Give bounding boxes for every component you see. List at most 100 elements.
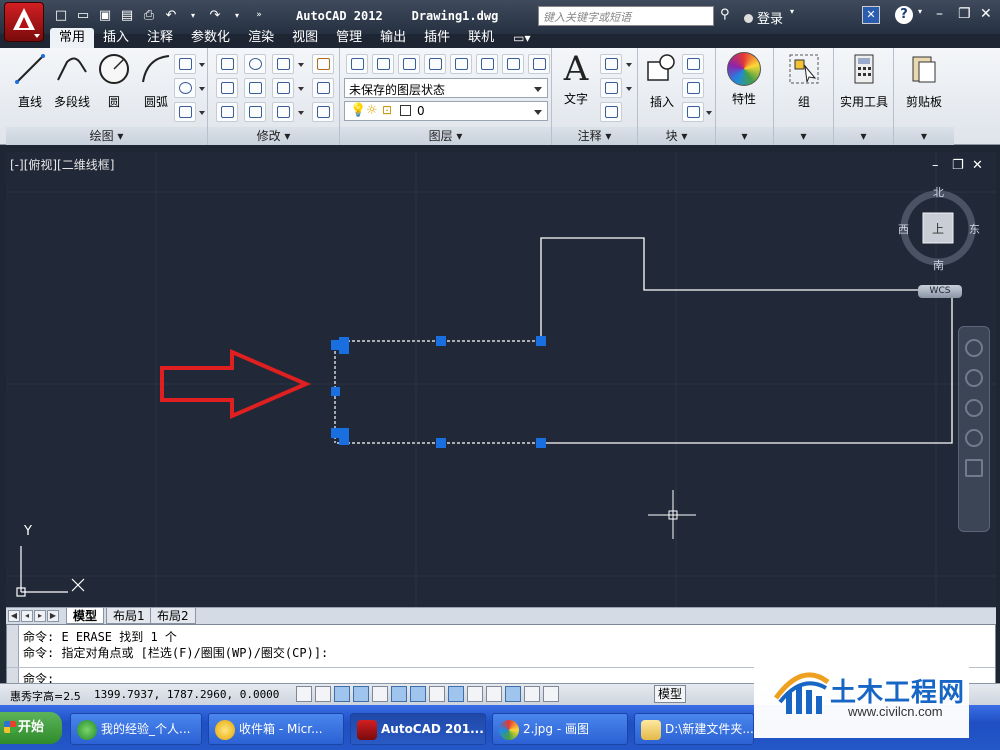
create-block-tool[interactable] xyxy=(682,54,704,74)
copy-tool[interactable] xyxy=(216,78,238,98)
binoculars-icon[interactable]: ⚲ xyxy=(720,7,730,22)
ribbon-minimize-icon[interactable]: ▭▾ xyxy=(513,28,530,48)
draw-panel-title[interactable]: 绘图 ▾ xyxy=(6,127,207,145)
task-explorer[interactable]: D:\新建文件夹... xyxy=(634,713,754,745)
redo-icon[interactable]: ↷ xyxy=(206,6,224,24)
customize-qat-icon[interactable]: » xyxy=(250,6,268,24)
prev-layout-icon[interactable]: ◂ xyxy=(21,610,33,622)
arc-tool[interactable]: 圆弧 xyxy=(134,52,178,110)
layer-state-select[interactable]: 未保存的图层状态 xyxy=(344,78,548,98)
drawing-viewport[interactable]: 上 [-][俯视][二维线框] – ❐ ✕ 北 南 东 西 WCS Y xyxy=(6,152,996,607)
table-tool[interactable] xyxy=(600,102,622,122)
fillet-dropdown[interactable] xyxy=(296,78,306,98)
layer-tool-7[interactable] xyxy=(502,54,524,74)
help-dropdown-icon[interactable]: ▾ xyxy=(918,7,922,16)
annotation-panel-title[interactable]: 注释 ▾ xyxy=(552,127,637,145)
grid-toggle[interactable] xyxy=(334,686,350,702)
application-menu-button[interactable] xyxy=(4,2,44,42)
rectangle-tool[interactable] xyxy=(174,54,196,74)
tab-1[interactable]: 插入 xyxy=(94,28,138,48)
viewport-close-icon[interactable]: ✕ xyxy=(972,158,983,173)
tab-9[interactable]: 联机 xyxy=(459,28,503,48)
polar-toggle[interactable] xyxy=(372,686,388,702)
open-folder-icon[interactable]: ▭ xyxy=(74,6,92,24)
utilities-tool[interactable]: 实用工具 xyxy=(836,52,892,110)
layer-tool-6[interactable] xyxy=(476,54,498,74)
zoom-icon[interactable] xyxy=(965,399,983,417)
help-icon[interactable]: ? xyxy=(895,6,913,24)
utilities-panel-title[interactable]: ▾ xyxy=(834,127,893,145)
last-layout-icon[interactable]: ▶ xyxy=(47,610,59,622)
search-input[interactable]: 键入关键字或短语 xyxy=(538,6,714,26)
compass-south[interactable]: 南 xyxy=(933,257,944,273)
array-tool[interactable] xyxy=(272,102,294,122)
circle-tool[interactable]: 圆 xyxy=(92,52,136,110)
print-icon[interactable]: ⎙ xyxy=(140,6,158,24)
new-file-icon[interactable]: □ xyxy=(52,6,70,24)
tab-8[interactable]: 插件 xyxy=(415,28,459,48)
group-tool[interactable]: 组 xyxy=(782,52,826,110)
infer-constraints-toggle[interactable] xyxy=(296,686,312,702)
leader-dropdown[interactable] xyxy=(624,78,634,98)
dyn-toggle[interactable] xyxy=(467,686,483,702)
login-link[interactable]: 登录 xyxy=(744,8,783,27)
attribute-dropdown[interactable] xyxy=(704,102,714,122)
insert-block-tool[interactable]: 插入 xyxy=(640,52,684,110)
compass-north[interactable]: 北 xyxy=(933,184,944,200)
lineweight-toggle[interactable] xyxy=(486,686,502,702)
undo-dropdown-icon[interactable]: ▾ xyxy=(184,6,202,24)
tab-2[interactable]: 注释 xyxy=(138,28,182,48)
task-ie[interactable]: 我的经验_个人... xyxy=(70,713,202,745)
trim-tool[interactable] xyxy=(272,54,294,74)
ortho-toggle[interactable] xyxy=(353,686,369,702)
start-button[interactable]: 开始 xyxy=(0,712,62,744)
explode-tool[interactable] xyxy=(312,78,334,98)
sun-icon[interactable]: ☼ xyxy=(366,103,378,118)
coordinate-readout[interactable]: 1399.7937, 1787.2960, 0.0000 xyxy=(94,688,279,701)
exchange-icon[interactable]: ✕ xyxy=(862,6,880,24)
tab-layout1[interactable]: 布局1 xyxy=(106,608,152,624)
clipboard-panel-title[interactable]: ▾ xyxy=(894,127,954,145)
drawing-canvas[interactable]: 上 xyxy=(6,152,996,607)
ellipse-tool[interactable] xyxy=(174,78,196,98)
offset-tool[interactable] xyxy=(312,102,334,122)
redo-dropdown-icon[interactable]: ▾ xyxy=(228,6,246,24)
layer-properties-tool[interactable] xyxy=(346,54,368,74)
array-dropdown[interactable] xyxy=(296,102,306,122)
clipboard-tool[interactable]: 剪贴板 xyxy=(896,52,952,110)
drawn-polyline[interactable] xyxy=(540,237,953,444)
tab-6[interactable]: 管理 xyxy=(327,28,371,48)
pan-hand-icon[interactable] xyxy=(965,369,983,387)
compass-west[interactable]: 西 xyxy=(898,221,909,237)
wcs-menu[interactable]: WCS xyxy=(918,285,962,298)
fillet-tool[interactable] xyxy=(272,78,294,98)
viewport-minimize-icon[interactable]: – xyxy=(932,158,939,173)
selection-cycling-toggle[interactable] xyxy=(543,686,559,702)
task-outlook[interactable]: 收件箱 - Micr... xyxy=(208,713,344,745)
selected-object[interactable] xyxy=(334,340,541,444)
first-layout-icon[interactable]: ◀ xyxy=(8,610,20,622)
layer-tool-3[interactable] xyxy=(398,54,420,74)
tab-layout2[interactable]: 布局2 xyxy=(150,608,196,624)
layer-color-swatch[interactable] xyxy=(400,105,411,116)
dimension-dropdown[interactable] xyxy=(624,54,634,74)
minimize-icon[interactable]: – xyxy=(936,6,943,22)
model-space-button[interactable]: 模型 xyxy=(654,685,686,703)
save-as-icon[interactable]: ▤ xyxy=(118,6,136,24)
tab-0[interactable]: 常用 xyxy=(50,28,95,48)
save-icon[interactable]: ▣ xyxy=(96,6,114,24)
ducs-toggle[interactable] xyxy=(448,686,464,702)
snap-toggle[interactable] xyxy=(315,686,331,702)
restore-icon[interactable]: ❐ xyxy=(958,6,971,22)
layer-tool-2[interactable] xyxy=(372,54,394,74)
command-window-grip[interactable] xyxy=(7,625,19,686)
block-panel-title[interactable]: 块 ▾ xyxy=(638,127,715,145)
mirror-tool[interactable] xyxy=(244,78,266,98)
viewcube[interactable]: 上 xyxy=(900,190,976,266)
groups-panel-title[interactable]: ▾ xyxy=(774,127,833,145)
hatch-dropdown[interactable] xyxy=(197,102,207,122)
rotate-tool[interactable] xyxy=(244,54,266,74)
viewport-controls-label[interactable]: [-][俯视][二维线框] xyxy=(10,156,114,173)
viewcube-top-face[interactable]: 上 xyxy=(932,222,944,236)
trim-dropdown[interactable] xyxy=(296,54,306,74)
